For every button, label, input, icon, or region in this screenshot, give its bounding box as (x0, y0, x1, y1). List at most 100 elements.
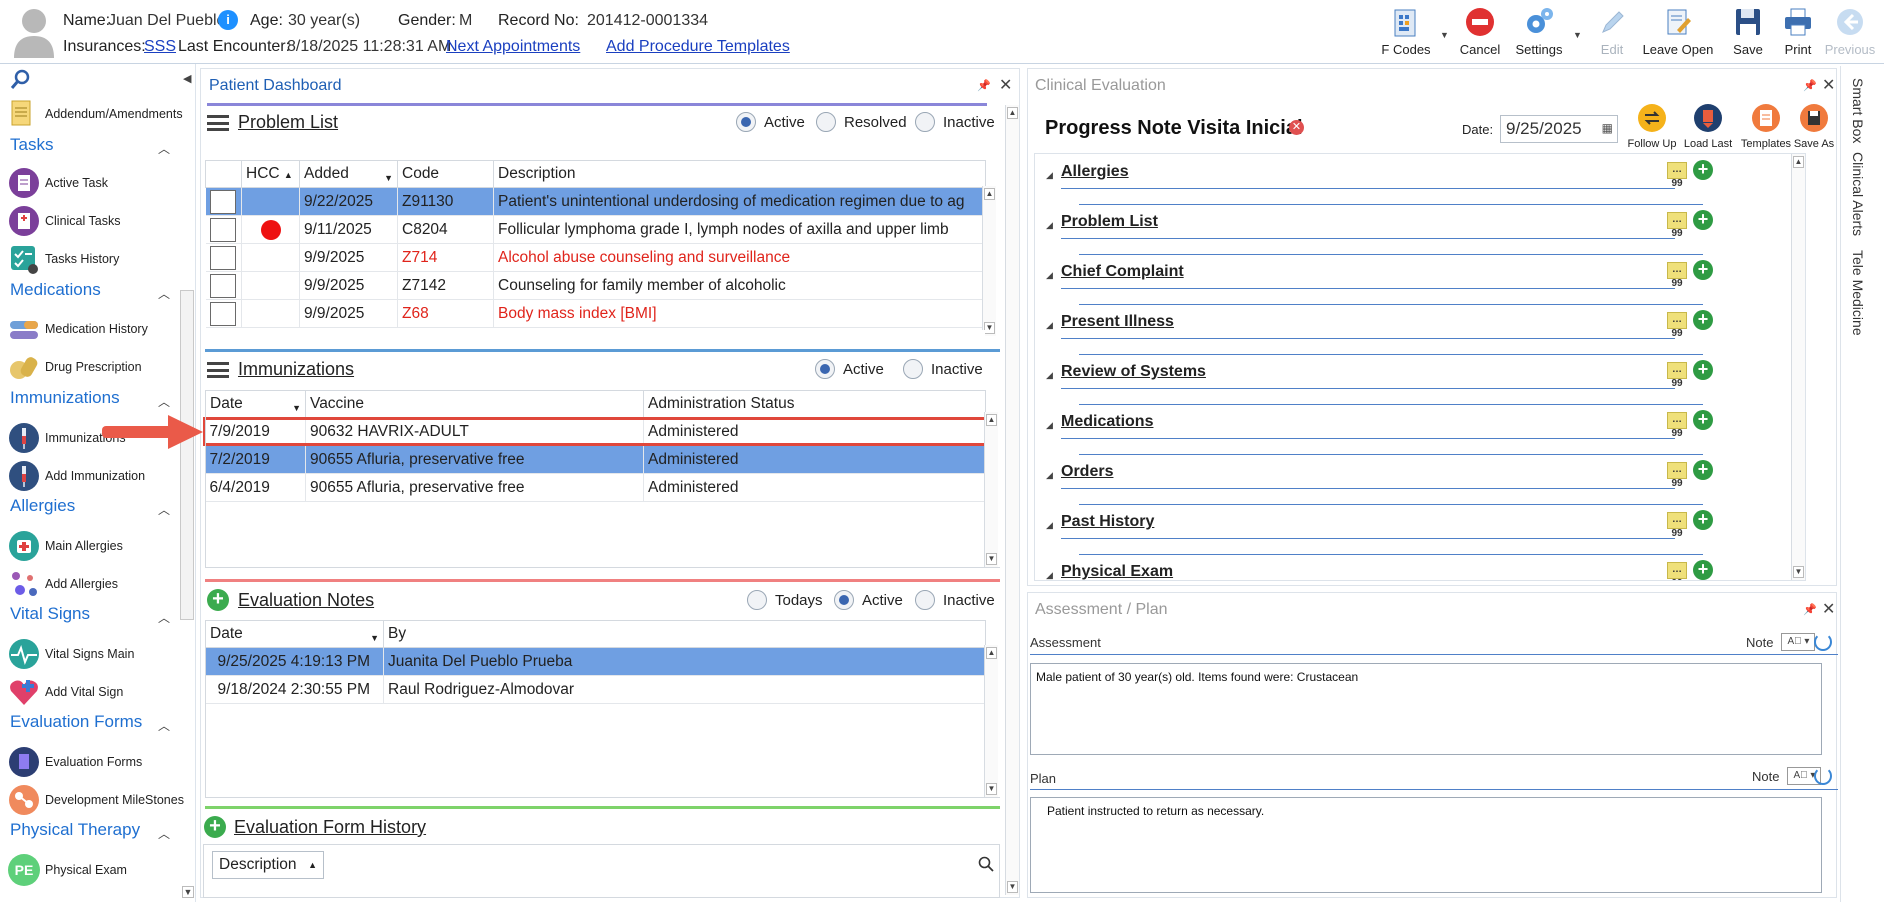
settings-button[interactable]: Settings (1507, 4, 1571, 60)
add-evaluation-form-icon[interactable]: + (204, 816, 226, 838)
section-allergies[interactable]: ◢ Allergies …99 + (1043, 160, 1713, 205)
problem-list-menu-icon[interactable] (207, 115, 229, 131)
add-icon[interactable]: + (1693, 160, 1713, 180)
plan-note-control[interactable]: Note A⃞ ▾ (1752, 767, 1822, 785)
sidebar-item-tasks-history[interactable]: Tasks History (8, 242, 119, 276)
sidebar-collapse-caret[interactable]: ◀ (183, 72, 191, 85)
sidebar-item-drug-prescription[interactable]: Drug Prescription (8, 350, 142, 384)
section-past-history[interactable]: ◢ Past History …99 + (1043, 510, 1713, 555)
fcodes-button[interactable]: F Codes (1374, 4, 1438, 60)
quote-icon[interactable]: …99 (1667, 312, 1687, 339)
notes-filter-todays[interactable]: Todays (747, 590, 823, 610)
table-row[interactable]: 6/4/2019 90655 Afluria, preservative fre… (205, 473, 986, 502)
sidebar-section-physical-therapy[interactable]: Physical Therapy (10, 820, 140, 840)
search-icon[interactable] (978, 856, 994, 872)
tab-tele-medicine[interactable]: Tele Medicine (1850, 250, 1866, 336)
sidebar-item-add-immunization[interactable]: Add Immunization (8, 459, 145, 493)
add-icon[interactable]: + (1693, 560, 1713, 580)
vital-signs-collapse-caret[interactable]: ︿ (158, 609, 170, 626)
close-icon[interactable]: ✕ (1822, 75, 1835, 95)
quote-icon[interactable]: …99 (1667, 262, 1687, 289)
evaluation-notes-scrollbar[interactable]: ▲ ▼ (984, 645, 998, 797)
save-as-button[interactable]: Save As (1792, 103, 1836, 150)
tab-clinical-alerts[interactable]: Clinical Alerts (1850, 152, 1866, 236)
insurance-link[interactable]: SSS (144, 38, 176, 56)
section-physical-exam[interactable]: ◢Physical Exam …99+ (1043, 560, 1713, 580)
row-checkbox[interactable] (209, 189, 236, 214)
sidebar-item-vital-signs-main[interactable]: Vital Signs Main (8, 637, 134, 671)
immunization-filter-inactive[interactable]: Inactive (903, 359, 983, 379)
section-present-illness[interactable]: ◢ Present Illness …99 + (1043, 310, 1713, 355)
quote-icon[interactable]: …99 (1667, 212, 1687, 239)
row-checkbox[interactable] (209, 301, 236, 326)
next-appointments-link[interactable]: Next Appointments (446, 38, 580, 56)
table-row[interactable]: 9/22/2025 Z91130 Patient's unintentional… (205, 187, 986, 216)
info-icon[interactable]: i (218, 10, 238, 30)
table-row[interactable]: 9/11/2025 C8204 Follicular lymphoma grad… (205, 215, 986, 244)
add-icon[interactable]: + (1693, 210, 1713, 230)
refresh-icon[interactable] (1814, 767, 1832, 785)
table-row[interactable]: 7/2/2019 90655 Afluria, preservative fre… (205, 445, 986, 474)
immunizations-scrollbar[interactable]: ▲ ▼ (984, 412, 998, 567)
add-icon[interactable]: + (1693, 460, 1713, 480)
remove-note-icon[interactable]: ✕ (1289, 120, 1304, 135)
dashboard-scrollbar[interactable]: ▲ ▼ (1005, 105, 1019, 895)
add-evaluation-note-icon[interactable]: + (207, 589, 229, 611)
search-icon[interactable] (10, 69, 32, 91)
problem-list-scrollbar[interactable]: ▲ ▼ (982, 186, 996, 336)
leave-open-button[interactable]: Leave Open (1642, 4, 1714, 60)
problem-list-title[interactable]: Problem List (238, 112, 338, 133)
add-icon[interactable]: + (1693, 310, 1713, 330)
sidebar-item-add-vital-sign[interactable]: Add Vital Sign (8, 675, 123, 709)
column-header-hcc[interactable]: HCC ▲ (241, 160, 300, 188)
sidebar-section-evaluation-forms[interactable]: Evaluation Forms (10, 712, 142, 732)
add-icon[interactable]: + (1693, 260, 1713, 280)
sidebar-item-development-milestones[interactable]: Development MileStones (8, 783, 184, 817)
templates-button[interactable]: Templates (1738, 103, 1794, 150)
immunizations-menu-icon[interactable] (207, 362, 229, 378)
table-row[interactable]: 9/9/2025 Z7142 Counseling for family mem… (205, 271, 986, 300)
column-header-date[interactable]: Date ▼ (205, 620, 384, 648)
immunizations-collapse-caret[interactable]: ︿ (158, 393, 170, 410)
quote-icon[interactable]: …99 (1667, 562, 1687, 580)
column-header-administration-status[interactable]: Administration Status (643, 390, 986, 418)
allergies-collapse-caret[interactable]: ︿ (158, 501, 170, 518)
section-review-of-systems[interactable]: ◢ Review of Systems …99 + (1043, 360, 1713, 405)
evaluation-forms-collapse-caret[interactable]: ︿ (158, 717, 170, 734)
sidebar-section-vital-signs[interactable]: Vital Signs (10, 604, 90, 624)
sidebar-item-add-allergies[interactable]: Add Allergies (8, 567, 118, 601)
table-row[interactable]: 9/9/2025 Z68 Body mass index [BMI] (205, 299, 986, 328)
section-orders[interactable]: ◢ Orders …99 + (1043, 460, 1713, 505)
sections-scrollbar[interactable]: ▲ ▼ (1791, 154, 1805, 580)
sidebar-item-medication-history[interactable]: Medication History (8, 312, 148, 346)
pin-icon[interactable]: 📌 (1803, 603, 1817, 616)
immunization-filter-active[interactable]: Active (815, 359, 884, 379)
note-dropdown-icon[interactable]: A⃞ ▾ (1781, 633, 1816, 651)
quote-icon[interactable]: …99 (1667, 512, 1687, 539)
add-icon[interactable]: + (1693, 410, 1713, 430)
table-row[interactable]: 9/25/2025 4:19:13 PM Juanita Del Pueblo … (205, 647, 986, 676)
sidebar-item-evaluation-forms[interactable]: Evaluation Forms (8, 745, 142, 779)
plan-textbox[interactable]: Patient instructed to return as necessar… (1030, 797, 1822, 893)
assessment-textbox[interactable]: Male patient of 30 year(s) old. Items fo… (1030, 663, 1822, 755)
cancel-button[interactable]: Cancel (1448, 4, 1512, 60)
pin-icon[interactable]: 📌 (977, 79, 991, 92)
column-header-code[interactable]: Code (397, 160, 494, 188)
section-problem-list[interactable]: ◢ Problem List …99 + (1043, 210, 1713, 255)
sidebar-item-addendum[interactable]: Addendum/Amendments (8, 97, 183, 131)
evaluation-notes-title[interactable]: Evaluation Notes (238, 590, 374, 611)
add-icon[interactable]: + (1693, 510, 1713, 530)
evaluation-form-history-title[interactable]: Evaluation Form History (234, 817, 426, 838)
follow-up-button[interactable]: Follow Up (1624, 103, 1680, 150)
column-header-vaccine[interactable]: Vaccine (305, 390, 644, 418)
sidebar-section-tasks[interactable]: Tasks (10, 135, 53, 155)
close-icon[interactable]: ✕ (999, 75, 1012, 95)
add-procedure-templates-link[interactable]: Add Procedure Templates (606, 38, 790, 56)
sidebar-item-main-allergies[interactable]: Main Allergies (8, 529, 123, 563)
sidebar-section-medications[interactable]: Medications (10, 280, 101, 300)
section-chief-complaint[interactable]: ◢ Chief Complaint …99 + (1043, 260, 1713, 305)
add-icon[interactable]: + (1693, 360, 1713, 380)
notes-filter-active[interactable]: Active (834, 590, 903, 610)
assessment-note-control[interactable]: Note A⃞ ▾ (1746, 633, 1816, 651)
column-header-description[interactable]: Description (493, 160, 986, 188)
